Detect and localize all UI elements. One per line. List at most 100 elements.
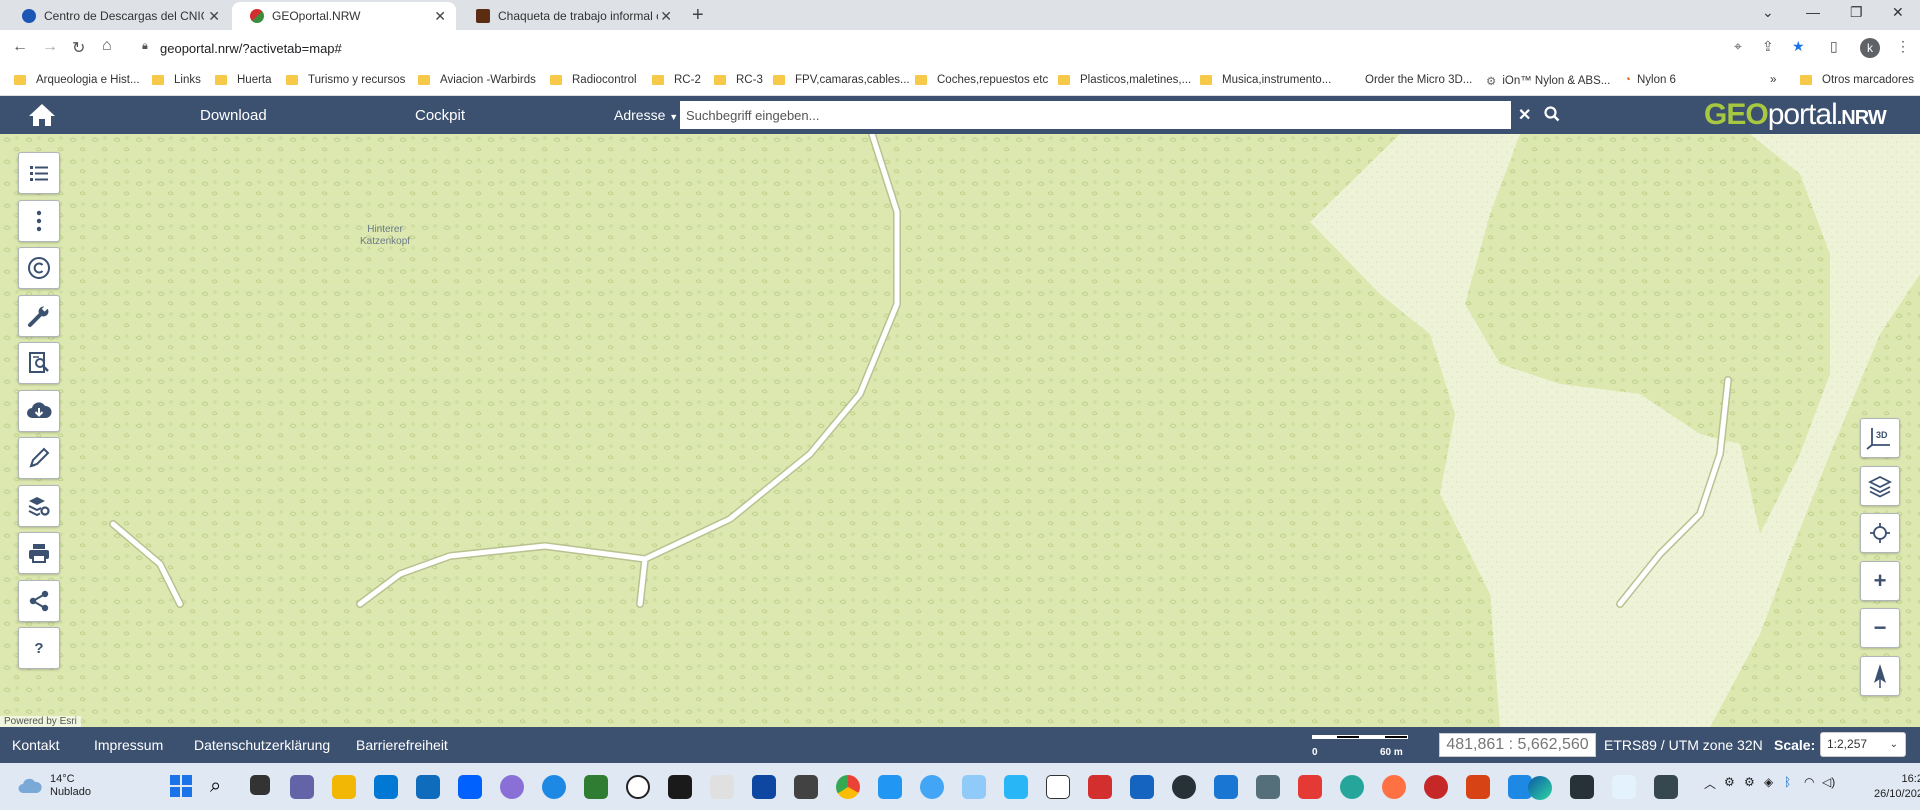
tool-legend-list[interactable] <box>18 152 60 194</box>
edge-icon[interactable] <box>1528 776 1552 800</box>
b-app-icon[interactable] <box>626 775 650 799</box>
orange-app-icon[interactable] <box>1382 775 1406 799</box>
nav-download[interactable]: Download <box>200 107 267 124</box>
bookmark-folder[interactable]: Arqueologia e Hist... <box>14 74 140 86</box>
esri-attribution[interactable]: Powered by Esri <box>0 716 81 727</box>
acrobat-icon[interactable] <box>1088 775 1112 799</box>
red-app-icon[interactable] <box>1424 775 1448 799</box>
tool-settings[interactable] <box>18 294 60 337</box>
back-icon[interactable]: ← <box>12 38 28 56</box>
network-app-icon[interactable] <box>1256 775 1280 799</box>
media-player-icon[interactable] <box>710 775 734 799</box>
map-canvas[interactable]: Hinterer Katzenkopf Powered by Esri ? 3D… <box>0 134 1920 727</box>
nvidia-icon[interactable] <box>584 775 608 799</box>
task-view-icon[interactable] <box>250 775 270 795</box>
tab-search-icon[interactable]: ⌄ <box>1762 4 1774 21</box>
bookmark-folder[interactable]: Radiocontrol <box>550 74 637 86</box>
tool-app-icon[interactable] <box>1298 775 1322 799</box>
bookmark-folder[interactable]: Coches,repuestos etc <box>915 74 1048 86</box>
browser-menu-icon[interactable]: ⋮ <box>1896 38 1910 55</box>
geoportal-logo[interactable]: GEOportal.NRW <box>1704 98 1887 132</box>
bookmark-folder[interactable]: Musica,instrumento... <box>1200 74 1331 86</box>
home-icon[interactable] <box>28 102 56 133</box>
browser-tab-cnig[interactable]: Centro de Descargas del CNIG (IGN) ✕ <box>4 2 230 30</box>
clear-icon[interactable]: ✕ <box>1518 105 1531 125</box>
chrome-icon[interactable] <box>836 775 860 799</box>
locate-button[interactable] <box>1860 513 1900 553</box>
footer-link-impressum[interactable]: Impressum <box>94 737 163 753</box>
scale-select[interactable]: 1:2,257 ⌄ <box>1820 732 1906 757</box>
tool-download[interactable] <box>18 389 60 432</box>
film-app-icon[interactable] <box>794 775 818 799</box>
file-explorer-icon[interactable] <box>332 775 356 799</box>
other-bookmarks-folder[interactable]: Otros marcadores <box>1800 74 1914 86</box>
vscode-icon[interactable] <box>1612 775 1636 799</box>
wifi-icon[interactable]: ◠ <box>1804 775 1814 789</box>
restore-button[interactable]: ❐ <box>1850 4 1863 21</box>
address-type-select[interactable]: Adresse ▼ <box>614 107 678 123</box>
clock[interactable]: 16:23 26/10/2022 <box>1874 772 1920 802</box>
close-icon[interactable]: ✕ <box>208 8 220 25</box>
tray-app-icon[interactable]: ⚙ <box>1724 775 1735 789</box>
footer-link-barrierefreiheit[interactable]: Barrierefreiheit <box>356 737 448 753</box>
location-icon[interactable]: ⌖ <box>1734 38 1742 55</box>
bookmark-folder[interactable]: RC-2 <box>652 74 701 86</box>
bookmark-folder[interactable]: Huerta <box>215 74 272 86</box>
bookmark-folder[interactable]: RC-3 <box>714 74 763 86</box>
close-icon[interactable]: ✕ <box>434 8 446 25</box>
settings-app-icon[interactable] <box>1172 775 1196 799</box>
bluetooth-icon[interactable]: ᛒ <box>1784 775 1791 789</box>
tool-more[interactable] <box>18 199 60 242</box>
avatar[interactable]: k <box>1860 38 1880 58</box>
search-input[interactable] <box>680 101 1511 129</box>
photos-icon[interactable] <box>1214 775 1238 799</box>
search-icon[interactable]: ⌕ <box>210 775 234 799</box>
compass-button[interactable] <box>1860 655 1900 696</box>
speaker-icon[interactable]: ◁) <box>1822 775 1835 789</box>
bookmark-link[interactable]: ⚙ iOn™ Nylon & ABS... <box>1486 74 1610 88</box>
share-page-icon[interactable]: ⇪ <box>1762 38 1774 55</box>
tool-print[interactable] <box>18 532 60 574</box>
close-window-button[interactable]: ✕ <box>1892 4 1904 21</box>
tool-draw[interactable] <box>18 437 60 479</box>
bookmarks-overflow-button[interactable]: » <box>1770 74 1776 86</box>
triangle-app-icon[interactable] <box>1046 775 1070 799</box>
tool-help[interactable]: ? <box>18 627 60 669</box>
new-tab-button[interactable]: + <box>692 4 704 27</box>
weather-widget[interactable]: 14°C Nublado <box>18 773 91 799</box>
text-app-icon[interactable] <box>1130 775 1154 799</box>
bookmark-link[interactable]: ◔ Nylon 6 <box>1624 74 1676 86</box>
app-icon[interactable] <box>500 775 524 799</box>
app-blue-icon[interactable] <box>920 775 944 799</box>
tray-app-icon[interactable]: ⚙ <box>1744 775 1755 789</box>
bookmark-folder[interactable]: Aviacion -Warbirds <box>418 74 536 86</box>
forward-icon[interactable]: → <box>42 38 58 56</box>
tool-layer-settings[interactable] <box>18 484 60 527</box>
tray-chevron-icon[interactable]: ︿ <box>1704 775 1716 792</box>
side-panel-icon[interactable]: ▯ <box>1830 38 1838 55</box>
reader-icon[interactable] <box>1466 775 1490 799</box>
browser-tab-chaqueta[interactable]: Chaqueta de trabajo informal cálida ✕ <box>458 2 682 30</box>
zoom-out-button[interactable]: − <box>1860 608 1900 648</box>
green-app-icon[interactable] <box>1340 775 1364 799</box>
bookmark-folder[interactable]: FPV,camaras,cables... <box>773 74 910 86</box>
store-icon[interactable] <box>374 775 398 799</box>
help-app-icon[interactable] <box>542 775 566 799</box>
bookmark-folder[interactable]: Plasticos,maletines,... <box>1058 74 1191 86</box>
minimize-button[interactable]: — <box>1806 4 1820 20</box>
zoom-in-button[interactable]: + <box>1860 560 1900 601</box>
reload-icon[interactable]: ↻ <box>72 38 85 58</box>
music-icon[interactable] <box>878 775 902 799</box>
notepad-icon[interactable] <box>1004 775 1028 799</box>
tool-copyright[interactable] <box>18 247 60 289</box>
footer-link-datenschutz[interactable]: Datenschutzerklärung <box>194 737 330 753</box>
bookmark-folder[interactable]: Turismo y recursos <box>286 74 405 86</box>
tray-app-icon[interactable]: ◈ <box>1764 775 1773 789</box>
power-automate-icon[interactable] <box>752 775 776 799</box>
url-field[interactable]: geoportal.nrw/?activetab=map# <box>160 41 342 56</box>
terminal-icon[interactable] <box>1654 775 1678 799</box>
browser-tab-geoportal[interactable]: GEOportal.NRW ✕ <box>232 2 456 30</box>
layers-button[interactable] <box>1860 465 1900 506</box>
dropbox-icon[interactable] <box>458 775 482 799</box>
paint-icon[interactable] <box>962 775 986 799</box>
